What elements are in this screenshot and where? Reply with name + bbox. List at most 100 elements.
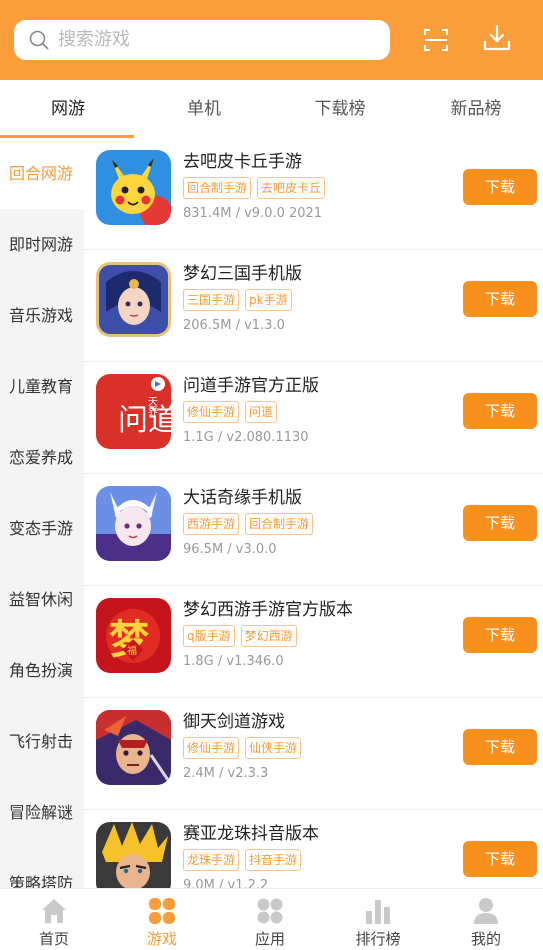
sidebar-item-kids[interactable]: 儿童教育 [0,351,84,422]
download-button[interactable]: 下载 [463,169,537,205]
game-icon-sanguo [96,262,171,337]
game-meta: 96.5M / v3.0.0 [183,542,277,557]
game-tag[interactable]: 去吧皮卡丘 [257,177,326,199]
ranking-icon [366,900,390,924]
list-item[interactable]: 大话奇缘手机版 西游手游 回合制手游 96.5M / v3.0.0 下载 [84,474,543,586]
game-icon-mhxy: 梦 福 [96,598,171,673]
game-tags: 三国手游 pk手游 [183,289,298,313]
nav-profile-label: 我的 [470,930,501,948]
game-name: 御天剑道游戏 [183,712,285,732]
game-meta: 1.8G / v1.346.0 [183,654,284,669]
home-icon [42,899,66,923]
game-icon-wendao: 问道 天界 [96,374,171,449]
game-tag[interactable]: 仙侠手游 [245,737,302,759]
nav-profile[interactable]: 我的 [432,889,540,950]
download-button[interactable]: 下载 [463,505,537,541]
game-meta: 2.4M / v2.3.3 [183,766,269,781]
header-bar: 搜索游戏 [0,0,543,80]
game-tag[interactable]: 回合制手游 [245,513,314,535]
list-item[interactable]: 赛亚龙珠抖音版本 龙珠手游 抖音手游 9.0M / v1.2.2 下载 [84,810,543,888]
search-placeholder: 搜索游戏 [58,29,130,50]
sidebar-item-modded[interactable]: 变态手游 [0,493,84,564]
sidebar-item-strategy[interactable]: 策略塔防 [0,848,84,888]
game-tags: 龙珠手游 抖音手游 [183,849,307,873]
game-tag[interactable]: q版手游 [183,625,235,647]
download-button[interactable]: 下载 [463,393,537,429]
game-list[interactable]: 去吧皮卡丘手游 回合制手游 去吧皮卡丘 831.4M / v9.0.0 2021 … [84,138,543,888]
tab-new-rank[interactable]: 新品榜 [408,80,543,138]
game-name: 赛亚龙珠抖音版本 [183,824,319,844]
app-screen: 搜索游戏 网游 单机 下载榜 新品榜 回合网游 即时网游 音乐游戏 儿童教育 恋… [0,0,543,950]
sidebar-item-music[interactable]: 音乐游戏 [0,280,84,351]
game-tag[interactable]: 修仙手游 [183,401,240,423]
game-icon-text: 问道 [118,403,171,438]
game-tags: 修仙手游 仙侠手游 [183,737,307,761]
list-item[interactable]: 去吧皮卡丘手游 回合制手游 去吧皮卡丘 831.4M / v9.0.0 2021 … [84,138,543,250]
game-tag[interactable]: 梦幻西游 [240,625,297,647]
game-tags: 西游手游 回合制手游 [183,513,319,537]
game-name: 梦幻西游手游官方版本 [183,600,353,620]
category-sidebar[interactable]: 回合网游 即时网游 音乐游戏 儿童教育 恋爱养成 变态手游 益智休闲 角色扮演 … [0,138,84,888]
apps-icon [257,898,283,924]
sidebar-item-turn-based[interactable]: 回合网游 [0,138,84,209]
sidebar-item-shooter[interactable]: 飞行射击 [0,706,84,777]
game-name: 问道手游官方正版 [183,376,319,396]
list-item[interactable]: 梦幻三国手机版 三国手游 pk手游 206.5M / v1.3.0 下载 [84,250,543,362]
download-icon[interactable] [482,23,512,53]
nav-games-label: 游戏 [146,930,177,948]
tab-online[interactable]: 网游 [0,80,136,138]
game-icon-badge: 福 [127,644,137,657]
nav-home-label: 首页 [38,930,69,948]
game-meta: 206.5M / v1.3.0 [183,318,285,333]
game-icon-saiya [96,822,171,888]
download-button[interactable]: 下载 [463,617,537,653]
nav-apps-label: 应用 [254,930,285,948]
list-item[interactable]: 御天剑道游戏 修仙手游 仙侠手游 2.4M / v2.3.3 下载 [84,698,543,810]
game-icon-dahua [96,486,171,561]
game-tag[interactable]: 三国手游 [183,289,240,311]
game-tag[interactable]: 回合制手游 [183,177,252,199]
game-meta: 831.4M / v9.0.0 2021 [183,206,323,221]
sidebar-item-puzzle[interactable]: 益智休闲 [0,564,84,635]
sidebar-item-realtime[interactable]: 即时网游 [0,209,84,280]
scan-icon[interactable] [421,25,451,55]
sidebar-item-rpg[interactable]: 角色扮演 [0,635,84,706]
search-icon [29,30,49,50]
game-name: 大话奇缘手机版 [183,488,302,508]
download-button[interactable]: 下载 [463,841,537,877]
game-tags: q版手游 梦幻西游 [183,625,303,649]
game-name: 梦幻三国手机版 [183,264,302,284]
bottom-nav: 首页 游戏 应用 排行榜 我的 [0,888,543,950]
game-tag[interactable]: 抖音手游 [245,849,302,871]
game-name: 去吧皮卡丘手游 [183,152,302,172]
sidebar-item-romance[interactable]: 恋爱养成 [0,422,84,493]
nav-home[interactable]: 首页 [0,889,108,950]
game-tag[interactable]: 问道 [245,401,278,423]
game-tag[interactable]: 修仙手游 [183,737,240,759]
game-tag[interactable]: pk手游 [245,289,292,311]
nav-ranking-label: 排行榜 [355,930,401,948]
list-item[interactable]: 问道 天界 问道手游官方正版 修仙手游 问道 1.1G / v2.080.1130… [84,362,543,474]
games-icon [149,898,175,924]
search-input[interactable]: 搜索游戏 [14,20,390,60]
game-icon-badge: 天界 [146,396,158,417]
download-button[interactable]: 下载 [463,281,537,317]
game-icon-pikachu [96,150,171,225]
game-tag[interactable]: 龙珠手游 [183,849,240,871]
game-tag[interactable]: 西游手游 [183,513,240,535]
nav-games[interactable]: 游戏 [108,889,216,950]
nav-ranking[interactable]: 排行榜 [324,889,432,950]
category-tabs: 网游 单机 下载榜 新品榜 [0,80,543,138]
tab-download-rank[interactable]: 下载榜 [272,80,408,138]
game-tags: 修仙手游 问道 [183,401,283,425]
game-tags: 回合制手游 去吧皮卡丘 [183,177,331,201]
profile-icon [474,898,498,924]
download-button[interactable]: 下载 [463,729,537,765]
sidebar-item-adventure[interactable]: 冒险解谜 [0,777,84,848]
tab-single[interactable]: 单机 [136,80,272,138]
nav-apps[interactable]: 应用 [216,889,324,950]
game-meta: 1.1G / v2.080.1130 [183,430,309,445]
list-item[interactable]: 梦 福 梦幻西游手游官方版本 q版手游 梦幻西游 1.8G / v1.346.0 … [84,586,543,698]
game-meta: 9.0M / v1.2.2 [183,878,269,888]
game-icon-yutian [96,710,171,785]
